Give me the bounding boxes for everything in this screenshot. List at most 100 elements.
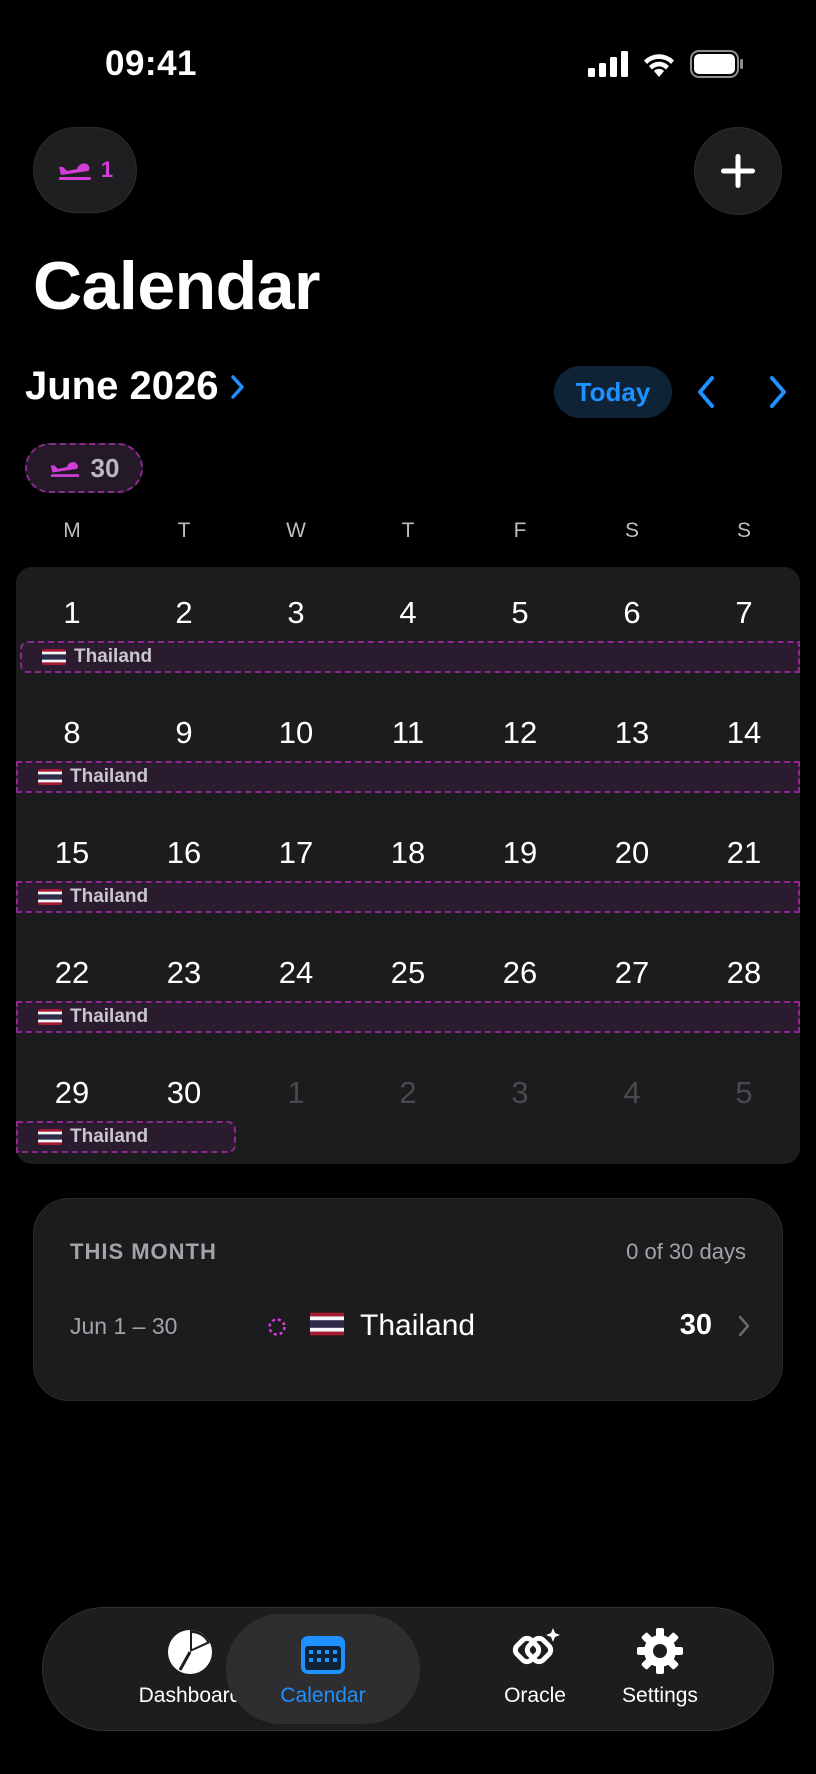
calendar-day[interactable]: 1 bbox=[16, 595, 128, 631]
status-time: 09:41 bbox=[105, 44, 198, 83]
tab-settings[interactable]: Settings bbox=[575, 1614, 745, 1724]
calendar-day[interactable]: 2 bbox=[352, 1075, 464, 1111]
calendar-day[interactable]: 3 bbox=[464, 1075, 576, 1111]
tab-label: Calendar bbox=[280, 1684, 366, 1707]
add-button[interactable] bbox=[694, 127, 782, 215]
calendar-day[interactable]: 30 bbox=[128, 1075, 240, 1111]
tab-calendar[interactable]: Calendar bbox=[226, 1614, 420, 1724]
weekday-label: F bbox=[513, 519, 527, 542]
calendar-day[interactable]: 26 bbox=[464, 955, 576, 991]
calendar-day[interactable]: 22 bbox=[16, 955, 128, 991]
calendar-icon bbox=[301, 1636, 345, 1674]
thailand-flag-icon bbox=[42, 649, 66, 665]
calendar-day[interactable]: 5 bbox=[464, 595, 576, 631]
trip-bar[interactable]: Thailand bbox=[16, 1121, 236, 1153]
trips-button[interactable]: 1 bbox=[33, 127, 137, 213]
thailand-flag-icon bbox=[38, 889, 62, 905]
calendar-day[interactable]: 19 bbox=[464, 835, 576, 871]
weekday-label: T bbox=[177, 519, 191, 542]
battery-icon bbox=[690, 50, 743, 78]
weekday-label: T bbox=[401, 519, 415, 542]
gear-icon bbox=[637, 1628, 683, 1674]
progress-ring-icon bbox=[268, 1318, 286, 1336]
calendar-day[interactable]: 13 bbox=[576, 715, 688, 751]
thailand-flag-icon bbox=[38, 1009, 62, 1025]
trip-country: Thailand bbox=[360, 1309, 476, 1342]
oracle-icon bbox=[512, 1628, 560, 1665]
previous-month-button[interactable] bbox=[694, 374, 718, 410]
calendar-day[interactable]: 11 bbox=[352, 715, 464, 751]
month-summary-card: THIS MONTH 0 of 30 days Jun 1 – 30 Thail… bbox=[33, 1198, 783, 1401]
tab-label: Dashboard bbox=[138, 1684, 242, 1707]
calendar-day[interactable]: 17 bbox=[240, 835, 352, 871]
summary-count: 0 of 30 days bbox=[626, 1239, 746, 1264]
page-title: Calendar bbox=[33, 248, 321, 324]
trip-bar-label: Thailand bbox=[70, 1126, 149, 1147]
calendar-day[interactable]: 7 bbox=[688, 595, 800, 631]
wifi-icon bbox=[644, 54, 674, 77]
calendar-day[interactable]: 15 bbox=[16, 835, 128, 871]
pie-chart-icon bbox=[168, 1630, 212, 1674]
thailand-flag-icon bbox=[310, 1312, 344, 1336]
calendar-screen: 09:41 1 Calendar June 2026 Today 30 M T … bbox=[0, 0, 816, 1774]
trip-days-total[interactable]: 30 bbox=[25, 443, 143, 493]
month-selector[interactable]: June 2026 bbox=[25, 364, 246, 409]
calendar-day[interactable]: 23 bbox=[128, 955, 240, 991]
weekday-label: S bbox=[624, 519, 639, 542]
trip-bar[interactable]: Thailand bbox=[20, 641, 800, 673]
trip-summary-row[interactable]: Jun 1 – 30 Thailand 30 bbox=[70, 1307, 750, 1347]
calendar-week-row: 15 16 17 18 19 20 21 Thailand bbox=[16, 807, 800, 927]
weekday-header: M T W T F S S bbox=[16, 519, 800, 543]
summary-title: THIS MONTH bbox=[70, 1239, 217, 1264]
calendar-day[interactable]: 18 bbox=[352, 835, 464, 871]
calendar-day[interactable]: 28 bbox=[688, 955, 800, 991]
chevron-right-icon bbox=[738, 1315, 750, 1337]
trip-days-count: 30 bbox=[90, 452, 120, 483]
calendar-week-row: 8 9 10 11 12 13 14 Thailand bbox=[16, 687, 800, 807]
calendar-day[interactable]: 25 bbox=[352, 955, 464, 991]
airplane-landing-icon bbox=[58, 163, 91, 180]
next-month-button[interactable] bbox=[766, 374, 790, 410]
calendar-day[interactable]: 29 bbox=[16, 1075, 128, 1111]
trip-bar-label: Thailand bbox=[70, 766, 149, 787]
calendar-day[interactable]: 8 bbox=[16, 715, 128, 751]
tab-label: Oracle bbox=[504, 1684, 566, 1707]
trip-bar[interactable]: Thailand bbox=[16, 1001, 800, 1033]
calendar-day[interactable]: 9 bbox=[128, 715, 240, 751]
calendar-day[interactable]: 16 bbox=[128, 835, 240, 871]
calendar-day[interactable]: 6 bbox=[576, 595, 688, 631]
trip-bar-label: Thailand bbox=[74, 646, 153, 667]
trip-bar-label: Thailand bbox=[70, 886, 149, 907]
trip-bar-label: Thailand bbox=[70, 1006, 149, 1027]
weekday-label: M bbox=[63, 519, 81, 542]
calendar-day[interactable]: 2 bbox=[128, 595, 240, 631]
status-icons bbox=[588, 50, 744, 78]
cellular-signal-icon bbox=[588, 51, 628, 77]
calendar-week-row: 1 2 3 4 5 6 7 Thailand bbox=[16, 567, 800, 687]
month-label: June 2026 bbox=[25, 364, 219, 408]
calendar-day[interactable]: 20 bbox=[576, 835, 688, 871]
trip-date-range: Jun 1 – 30 bbox=[70, 1313, 178, 1339]
calendar-day[interactable]: 3 bbox=[240, 595, 352, 631]
tab-bar: Dashboard Calendar Oracle Settings bbox=[42, 1607, 774, 1731]
calendar-week-row: 29 30 1 2 3 4 5 Thailand bbox=[16, 1047, 800, 1167]
airplane-landing-icon bbox=[50, 462, 79, 477]
trip-days: 30 bbox=[679, 1309, 712, 1341]
trip-bar[interactable]: Thailand bbox=[16, 881, 800, 913]
calendar-day[interactable]: 5 bbox=[688, 1075, 800, 1111]
calendar-day[interactable]: 4 bbox=[352, 595, 464, 631]
trip-bar[interactable]: Thailand bbox=[16, 761, 800, 793]
calendar-day[interactable]: 21 bbox=[688, 835, 800, 871]
chevron-right-icon bbox=[231, 374, 245, 399]
calendar-day[interactable]: 27 bbox=[576, 955, 688, 991]
calendar-day[interactable]: 14 bbox=[688, 715, 800, 751]
calendar-day[interactable]: 4 bbox=[576, 1075, 688, 1111]
calendar-day[interactable]: 12 bbox=[464, 715, 576, 751]
calendar-day[interactable]: 24 bbox=[240, 955, 352, 991]
calendar-grid: 1 2 3 4 5 6 7 Thailand 8 9 10 11 12 13 14 Thailand 15 16 1… bbox=[16, 567, 800, 1164]
plus-icon bbox=[721, 154, 755, 188]
calendar-day[interactable]: 10 bbox=[240, 715, 352, 751]
thailand-flag-icon bbox=[38, 769, 62, 785]
today-button[interactable]: Today bbox=[554, 366, 672, 418]
calendar-day[interactable]: 1 bbox=[240, 1075, 352, 1111]
